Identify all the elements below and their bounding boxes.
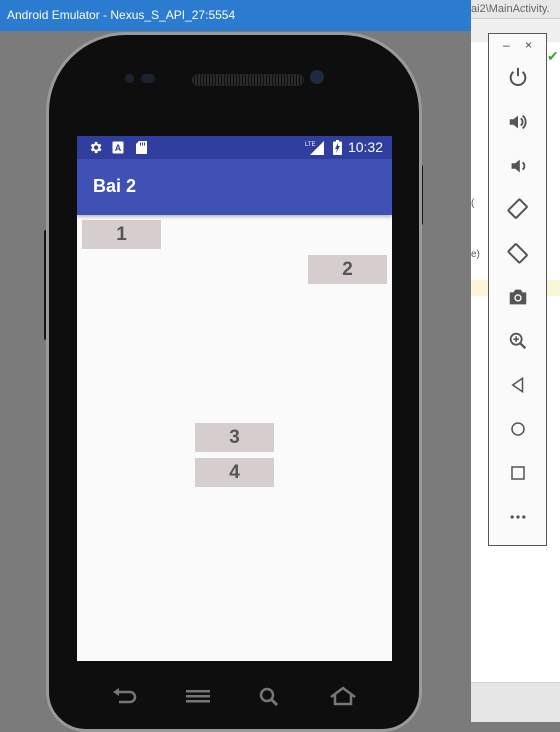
status-bar: A LTE 10:32 [77, 136, 392, 159]
home-icon[interactable] [505, 416, 531, 442]
button-1[interactable]: 1 [82, 220, 161, 249]
minimize-button[interactable]: – [503, 38, 510, 52]
camera-icon[interactable] [505, 284, 531, 310]
gear-icon [87, 140, 103, 155]
back-icon[interactable] [505, 372, 531, 398]
power-icon[interactable] [505, 64, 531, 90]
zoom-icon[interactable] [505, 328, 531, 354]
window-title: Android Emulator - Nexus_S_API_27:5554 [7, 8, 236, 22]
volume-down-icon[interactable] [505, 153, 531, 179]
svg-text:LTE: LTE [305, 142, 316, 148]
ide-tab-label: ai2\MainActivity. [471, 0, 560, 19]
volume-up-icon[interactable] [505, 109, 531, 135]
button-2[interactable]: 2 [308, 255, 387, 284]
front-camera-icon [310, 70, 324, 84]
sd-card-icon [135, 140, 147, 155]
device-screen[interactable]: A LTE 10:32 Bai 2 1 2 3 4 [77, 136, 392, 661]
rotate-left-icon[interactable] [505, 196, 531, 222]
rotate-right-icon[interactable] [505, 240, 531, 266]
more-icon[interactable] [505, 504, 531, 530]
menu-icon[interactable] [184, 686, 212, 706]
back-icon[interactable] [110, 686, 138, 706]
window-title-bar[interactable]: Android Emulator - Nexus_S_API_27:5554 [0, 0, 471, 31]
button-4[interactable]: 4 [195, 458, 274, 487]
app-bar: Bai 2 [77, 159, 392, 215]
lte-signal-icon: LTE [305, 140, 325, 155]
search-icon[interactable] [256, 686, 284, 706]
sensor-icon [141, 74, 155, 83]
earpiece-speaker [192, 74, 304, 86]
overview-icon[interactable] [505, 460, 531, 486]
battery-charging-icon [332, 140, 342, 155]
app-title: Bai 2 [93, 176, 137, 196]
code-fragment: ( [471, 198, 475, 209]
svg-text:A: A [115, 143, 122, 153]
code-fragment: e) [471, 249, 480, 260]
button-3[interactable]: 3 [195, 423, 274, 452]
emulator-toolbar: – × [488, 33, 547, 546]
sensor-icon [125, 74, 134, 83]
close-button[interactable]: × [525, 38, 532, 52]
status-time: 10:32 [347, 139, 383, 155]
a-notification-icon: A [112, 140, 124, 155]
checkmark-icon: ✔ [547, 48, 559, 64]
home-icon[interactable] [329, 686, 357, 706]
ide-status-area [471, 682, 560, 722]
